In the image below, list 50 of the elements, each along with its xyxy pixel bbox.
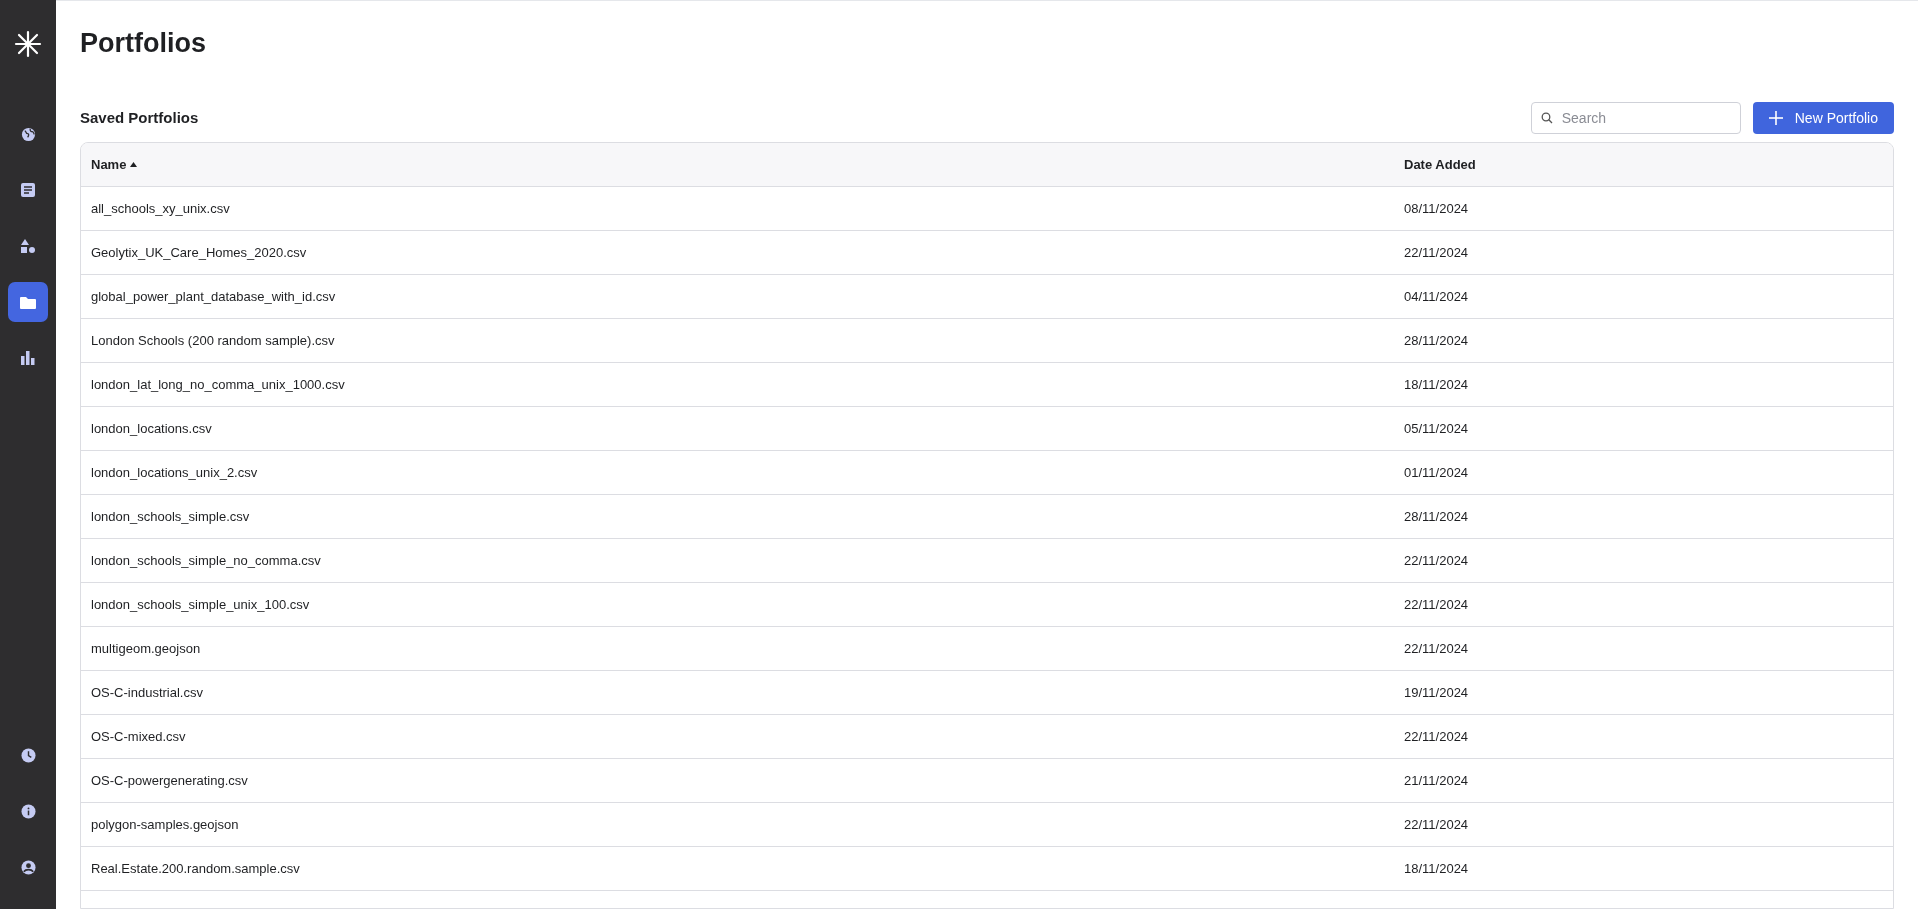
table-cell-text: OS-C-industrial.csv	[91, 683, 203, 702]
table-cell-text: OS-C-mixed.csv	[91, 727, 186, 746]
table-cell-text: 05/11/2024	[1404, 419, 1469, 438]
table-cell-text: 08/11/2024	[1404, 199, 1469, 218]
table-cell-text: london_lat_long_no_comma_unix_1000.csv	[91, 375, 345, 394]
new-portfolio-button[interactable]: New Portfolio	[1752, 102, 1894, 134]
globe-icon	[20, 126, 36, 142]
table-cell-text: multigeom.geojson	[91, 639, 201, 658]
table-cell-text: 22/11/2024	[1404, 727, 1469, 746]
table-cell-text: 22/11/2024	[1404, 243, 1469, 262]
table-cell-text: 28/11/2024	[1404, 331, 1469, 350]
section-title: Saved Portfolios	[80, 107, 199, 128]
table-cell-text: 22/11/2024	[1404, 639, 1469, 658]
table-cell-text: London Schools (200 random sample).csv	[91, 331, 335, 350]
clock-icon	[20, 747, 36, 763]
table-cell-text: Geolytix_UK_Care_Homes_2020.csv	[91, 243, 307, 262]
table-cell-text: 18/11/2024	[1404, 859, 1469, 878]
table-cell-text: london_locations_unix_2.csv	[91, 463, 258, 482]
table-cell-text: Real.Estate.200.random.sample.csv	[91, 859, 300, 878]
info-icon	[20, 803, 36, 819]
table-cell-text: 22/11/2024	[1404, 595, 1469, 614]
column-header[interactable]: Name	[91, 154, 127, 175]
user-icon	[20, 859, 36, 875]
search-icon	[1540, 112, 1553, 124]
folder-icon	[20, 295, 36, 309]
table-cell-text: 19/11/2024	[1404, 683, 1469, 702]
table-cell-text: london_schools_simple_no_comma.csv	[91, 551, 321, 570]
table-cell-text: OS-C-powergenerating.csv	[91, 771, 248, 790]
table-cell-text: 04/11/2024	[1404, 287, 1469, 306]
table-cell-text: 01/11/2024	[1404, 463, 1469, 482]
shapes-icon	[20, 239, 36, 253]
table-cell-text: 22/11/2024	[1404, 551, 1469, 570]
table-cell-text: 18/11/2024	[1404, 375, 1469, 394]
table-cell-text: london_schools_simple.csv	[91, 507, 250, 526]
table-cell-text: global_power_plant_database_with_id.csv	[91, 287, 336, 306]
table-cell-text: 28/11/2024	[1404, 507, 1469, 526]
search-field[interactable]: Search	[1530, 102, 1741, 134]
table-cell-text: all_schools_xy_unix.csv	[91, 199, 230, 218]
logo-icon	[14, 30, 42, 58]
bar-chart-icon	[21, 351, 35, 365]
sidebar-nav-button[interactable]	[8, 282, 48, 322]
table-cell-text: london_locations.csv	[91, 419, 212, 438]
note-icon	[21, 183, 35, 197]
plus-icon	[1768, 111, 1783, 125]
table-cell-text: 22/11/2024	[1404, 815, 1469, 834]
page-title: Portfolios	[80, 27, 206, 60]
table-cell-text: london_schools_simple_unix_100.csv	[91, 595, 310, 614]
column-header[interactable]: Date Added	[1404, 154, 1476, 175]
table-cell-text: polygon-samples.geojson	[91, 815, 239, 834]
table-cell-text: 21/11/2024	[1404, 771, 1469, 790]
